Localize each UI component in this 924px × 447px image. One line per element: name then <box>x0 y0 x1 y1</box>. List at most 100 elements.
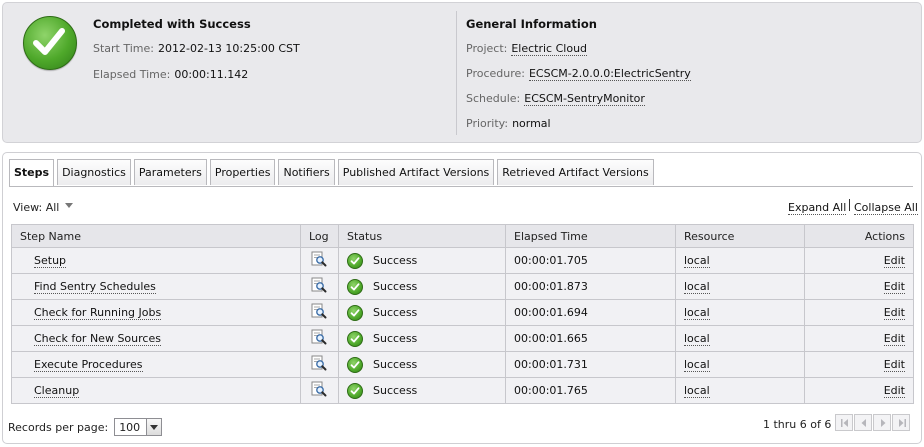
start-time-value: 2012-02-13 10:25:00 CST <box>158 42 300 55</box>
job-details-panel: Steps Diagnostics Parameters Properties … <box>2 152 922 444</box>
resource-link[interactable]: local <box>684 280 710 294</box>
log-cell <box>300 273 339 300</box>
general-info-title: General Information <box>466 17 597 31</box>
tab-parameters[interactable]: Parameters <box>133 159 207 185</box>
resource-link[interactable]: local <box>684 254 710 268</box>
expand-all-link[interactable]: Expand All <box>788 201 847 215</box>
pagination-controls <box>834 414 910 431</box>
log-cell <box>300 247 339 274</box>
step-name-cell: Setup <box>11 247 301 274</box>
actions-cell: Edit <box>804 299 914 326</box>
tab-published-artifact-versions[interactable]: Published Artifact Versions <box>337 159 495 185</box>
elapsed-time-cell: 00:00:01.665 <box>505 325 676 352</box>
column-header-step-name[interactable]: Step Name <box>11 224 301 248</box>
check-circle-icon <box>347 304 363 321</box>
tab-steps[interactable]: Steps <box>9 159 55 187</box>
table-row: Setup Success 00:00:01.705 local Edit <box>11 247 914 274</box>
step-name-link[interactable]: Setup <box>34 254 67 268</box>
status-cell: Success <box>338 247 506 274</box>
step-name-link[interactable]: Cleanup <box>34 384 80 398</box>
elapsed-time-row: Elapsed Time: 00:00:11.142 <box>93 68 248 81</box>
status-text: Success <box>373 384 418 397</box>
project-label: Project: <box>466 42 508 55</box>
column-header-status[interactable]: Status <box>338 224 506 248</box>
check-circle-icon <box>347 252 363 269</box>
resource-cell: local <box>675 299 805 326</box>
step-name-link[interactable]: Execute Procedures <box>34 358 143 372</box>
dropdown-arrow-icon[interactable] <box>146 419 162 435</box>
magnifier-log-icon[interactable] <box>311 303 327 319</box>
resource-link[interactable]: local <box>684 332 710 346</box>
table-row: Execute Procedures Success 00:00:01.731 loc… <box>11 351 914 378</box>
check-circle-icon <box>347 278 363 295</box>
elapsed-time-cell: 00:00:01.765 <box>505 377 676 404</box>
view-value[interactable]: All <box>46 201 60 214</box>
column-header-log[interactable]: Log <box>300 224 339 248</box>
edit-link[interactable]: Edit <box>883 358 905 372</box>
edit-link[interactable]: Edit <box>883 280 905 294</box>
view-filter[interactable]: View: All <box>13 201 74 214</box>
step-name-link[interactable]: Check for Running Jobs <box>34 306 162 320</box>
status-text: Success <box>373 306 418 319</box>
edit-link[interactable]: Edit <box>883 384 905 398</box>
chevron-down-icon[interactable] <box>65 202 74 208</box>
magnifier-log-icon[interactable] <box>311 381 327 397</box>
magnifier-log-icon[interactable] <box>311 329 327 345</box>
tab-retrieved-artifact-versions[interactable]: Retrieved Artifact Versions <box>497 159 654 185</box>
magnifier-log-icon[interactable] <box>311 277 327 293</box>
tab-notifiers[interactable]: Notifiers <box>278 159 335 185</box>
resource-cell: local <box>675 377 805 404</box>
step-name-link[interactable]: Find Sentry Schedules <box>34 280 156 294</box>
tab-diagnostics[interactable]: Diagnostics <box>57 159 131 185</box>
records-per-page: Records per page: 100 <box>8 418 163 436</box>
resource-cell: local <box>675 273 805 300</box>
resource-link[interactable]: local <box>684 384 710 398</box>
priority-label: Priority: <box>466 117 509 130</box>
column-header-elapsed-time[interactable]: Elapsed Time <box>505 224 676 248</box>
magnifier-log-icon[interactable] <box>311 355 327 371</box>
records-per-page-select[interactable]: 100 <box>114 418 163 436</box>
table-row: Find Sentry Schedules Success 00:00:01.873… <box>11 273 914 300</box>
status-title: Completed with Success <box>93 17 251 31</box>
resource-cell: local <box>675 351 805 378</box>
records-per-page-value[interactable]: 100 <box>115 421 146 434</box>
success-check-icon <box>23 16 77 70</box>
column-header-resource[interactable]: Resource <box>675 224 805 248</box>
check-circle-icon <box>347 356 363 373</box>
log-cell <box>300 377 339 404</box>
first-page-icon[interactable] <box>835 414 853 431</box>
table-row: Cleanup Success 00:00:01.765 local Edit <box>11 377 914 404</box>
status-cell: Success <box>338 273 506 300</box>
procedure-link[interactable]: ECSCM-2.0.0.0:ElectricSentry <box>528 67 691 81</box>
status-text: Success <box>373 358 418 371</box>
status-text: Success <box>373 280 418 293</box>
edit-link[interactable]: Edit <box>883 306 905 320</box>
edit-link[interactable]: Edit <box>883 332 905 346</box>
check-circle-icon <box>347 330 363 347</box>
start-time-label: Start Time: <box>93 42 154 55</box>
start-time-row: Start Time: 2012-02-13 10:25:00 CST <box>93 42 300 55</box>
next-page-icon[interactable] <box>873 414 891 431</box>
job-summary-panel: Completed with Success Start Time: 2012-0… <box>2 2 922 143</box>
project-link[interactable]: Electric Cloud <box>511 42 588 56</box>
tab-properties[interactable]: Properties <box>209 159 276 185</box>
schedule-label: Schedule: <box>466 92 521 105</box>
actions-cell: Edit <box>804 377 914 404</box>
step-name-cell: Find Sentry Schedules <box>11 273 301 300</box>
last-page-icon[interactable] <box>892 414 910 431</box>
records-per-page-label: Records per page: <box>8 420 109 434</box>
prev-page-icon[interactable] <box>854 414 872 431</box>
log-cell <box>300 325 339 352</box>
schedule-link[interactable]: ECSCM-SentryMonitor <box>524 92 645 106</box>
status-cell: Success <box>338 299 506 326</box>
collapse-all-link[interactable]: Collapse All <box>854 201 918 215</box>
magnifier-log-icon[interactable] <box>311 251 327 267</box>
step-name-cell: Check for Running Jobs <box>11 299 301 326</box>
edit-link[interactable]: Edit <box>883 254 905 268</box>
resource-link[interactable]: local <box>684 306 710 320</box>
step-name-link[interactable]: Check for New Sources <box>34 332 161 346</box>
elapsed-time-cell: 00:00:01.731 <box>505 351 676 378</box>
resource-link[interactable]: local <box>684 358 710 372</box>
check-circle-icon <box>347 382 363 399</box>
step-name-cell: Cleanup <box>11 377 301 404</box>
